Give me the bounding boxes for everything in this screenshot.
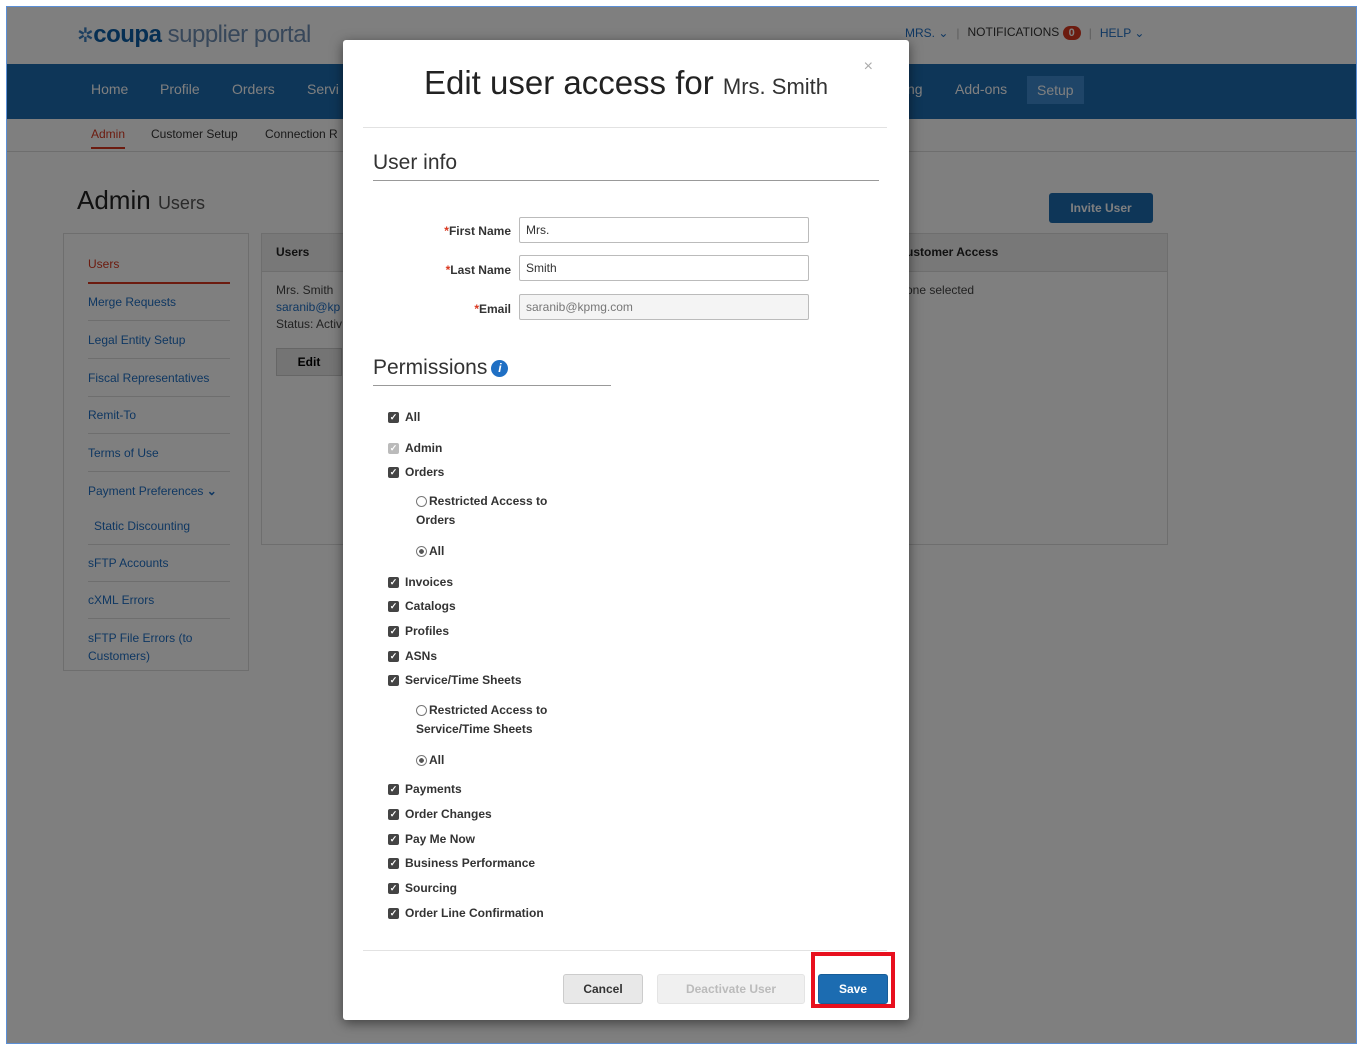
radio-label: Restricted Access to Service/Time Sheets bbox=[416, 703, 548, 737]
divider bbox=[363, 127, 887, 128]
permission-asns[interactable]: ✓ ASNs bbox=[388, 649, 437, 663]
info-icon[interactable]: i bbox=[491, 359, 509, 377]
permission-orders[interactable]: ✓ Orders bbox=[388, 465, 444, 479]
permission-label: Sourcing bbox=[405, 881, 458, 895]
first-name-field[interactable] bbox=[519, 217, 809, 243]
permission-invoices[interactable]: ✓ Invoices bbox=[388, 575, 453, 589]
permission-label: Pay Me Now bbox=[405, 832, 476, 846]
checkbox-checked-icon: ✓ bbox=[388, 466, 399, 478]
first-name-label-text: First Name bbox=[448, 224, 511, 238]
permission-label: Business Performance bbox=[405, 856, 536, 870]
radio-label: All bbox=[429, 753, 445, 767]
first-name-label: *First Name bbox=[361, 224, 511, 238]
modal-title-name: Mrs. Smith bbox=[722, 74, 829, 99]
modal-title: Edit user access for Mrs. Smith bbox=[343, 64, 909, 102]
app-window: ✲coupa supplier portal MRS. ⌄ | NOTIFICA… bbox=[6, 6, 1357, 1044]
radio-label: Restricted Access to Orders bbox=[416, 494, 548, 528]
email-label: *Email bbox=[361, 302, 511, 316]
permission-sourcing[interactable]: ✓ Sourcing bbox=[388, 881, 457, 895]
cancel-button[interactable]: Cancel bbox=[563, 974, 643, 1004]
permission-pay-me-now[interactable]: ✓ Pay Me Now bbox=[388, 832, 475, 846]
permission-catalogs[interactable]: ✓ Catalogs bbox=[388, 599, 456, 613]
permission-label: ASNs bbox=[405, 649, 438, 663]
last-name-label: *Last Name bbox=[361, 263, 511, 277]
divider bbox=[373, 180, 879, 181]
permission-label: Invoices bbox=[405, 575, 454, 589]
permissions-heading-text: Permissions bbox=[373, 356, 488, 379]
modal-title-text: Edit user access for bbox=[423, 64, 714, 101]
permission-label: All bbox=[405, 410, 421, 424]
permission-label: Payments bbox=[405, 782, 462, 796]
permission-label: Admin bbox=[405, 441, 443, 455]
checkbox-checked-icon: ✓ bbox=[388, 674, 399, 686]
checkbox-checked-icon: ✓ bbox=[388, 650, 399, 662]
radio-off-icon bbox=[416, 705, 427, 717]
permission-label: Catalogs bbox=[405, 599, 456, 613]
radio-label: All bbox=[429, 544, 445, 558]
checkbox-checked-icon: ✓ bbox=[388, 857, 399, 869]
checkbox-checked-icon: ✓ bbox=[388, 411, 399, 423]
checkbox-checked-icon: ✓ bbox=[388, 907, 399, 919]
radio-on-icon bbox=[416, 755, 427, 767]
checkbox-checked-icon: ✓ bbox=[388, 783, 399, 795]
divider bbox=[363, 950, 887, 951]
checkbox-checked-icon: ✓ bbox=[388, 882, 399, 894]
checkbox-disabled-icon: ✓ bbox=[388, 442, 399, 454]
edit-user-modal: × Edit user access for Mrs. Smith User i… bbox=[343, 40, 909, 1020]
permission-label: Order Changes bbox=[405, 807, 492, 821]
permission-label: Orders bbox=[405, 465, 445, 479]
radio-off-icon bbox=[416, 496, 427, 508]
save-highlight-box bbox=[811, 952, 895, 1008]
permission-label: Order Line Confirmation bbox=[405, 906, 544, 920]
permission-order-changes[interactable]: ✓ Order Changes bbox=[388, 807, 492, 821]
radio-service-all[interactable]: All bbox=[416, 751, 566, 770]
permissions-heading: Permissions i bbox=[373, 356, 509, 380]
divider bbox=[373, 385, 611, 386]
radio-orders-all[interactable]: All bbox=[416, 542, 566, 561]
permission-admin: ✓ Admin bbox=[388, 441, 442, 455]
radio-orders-restricted[interactable]: Restricted Access to Orders bbox=[416, 492, 566, 530]
permission-payments[interactable]: ✓ Payments bbox=[388, 782, 462, 796]
last-name-label-text: Last Name bbox=[450, 263, 511, 277]
permission-order-line-confirmation[interactable]: ✓ Order Line Confirmation bbox=[388, 906, 544, 920]
user-info-heading: User info bbox=[373, 151, 458, 174]
email-field bbox=[519, 294, 809, 320]
permission-label: Profiles bbox=[405, 624, 450, 638]
radio-on-icon bbox=[416, 546, 427, 558]
permission-business-performance[interactable]: ✓ Business Performance bbox=[388, 856, 535, 870]
permission-all[interactable]: ✓ All bbox=[388, 410, 420, 424]
checkbox-checked-icon: ✓ bbox=[388, 600, 399, 612]
checkbox-checked-icon: ✓ bbox=[388, 625, 399, 637]
checkbox-checked-icon: ✓ bbox=[388, 576, 399, 588]
email-label-text: Email bbox=[478, 302, 511, 316]
deactivate-user-button: Deactivate User bbox=[657, 974, 805, 1004]
checkbox-checked-icon: ✓ bbox=[388, 808, 399, 820]
checkbox-checked-icon: ✓ bbox=[388, 833, 399, 845]
permission-profiles[interactable]: ✓ Profiles bbox=[388, 624, 449, 638]
permission-service-sheets[interactable]: ✓ Service/Time Sheets bbox=[388, 673, 522, 687]
last-name-field[interactable] bbox=[519, 255, 809, 281]
permission-label: Service/Time Sheets bbox=[405, 673, 522, 687]
radio-service-restricted[interactable]: Restricted Access to Service/Time Sheets bbox=[416, 701, 566, 739]
